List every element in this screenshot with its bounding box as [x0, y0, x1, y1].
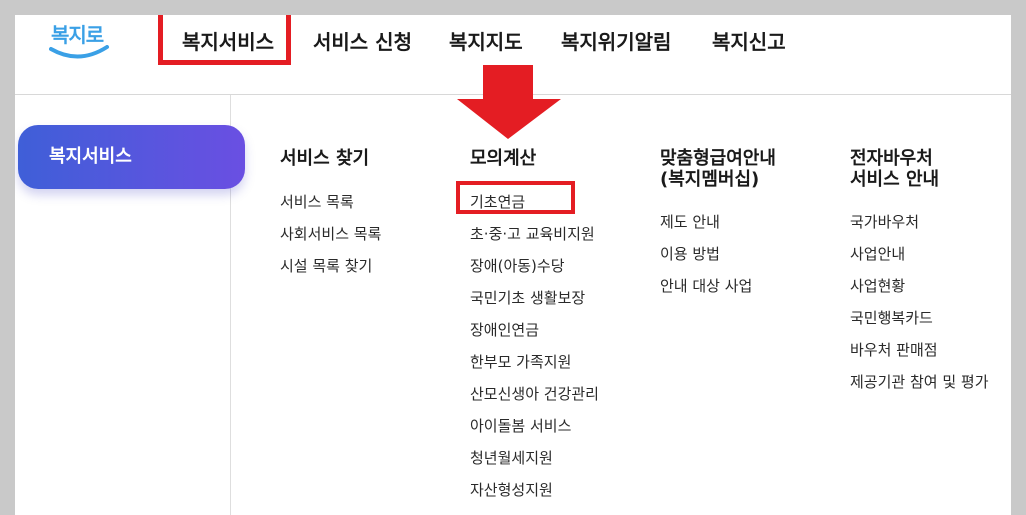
menu-item[interactable]: 시설 목록 찾기	[280, 250, 381, 282]
menu-item[interactable]: 국민행복카드	[850, 302, 989, 334]
menu-item[interactable]: 제공기관 참여 및 평가	[850, 366, 989, 398]
menu-item[interactable]: 아이돌봄 서비스	[470, 410, 599, 442]
menu-item[interactable]: 안내 대상 사업	[660, 270, 752, 302]
menu-item[interactable]: 사업현황	[850, 270, 989, 302]
menu-item[interactable]: 장애인연금	[470, 314, 599, 346]
menu-item[interactable]: 국민기초 생활보장	[470, 282, 599, 314]
menu-item[interactable]: 제도 안내	[660, 206, 752, 238]
annotation-box-basic-pension	[456, 181, 575, 214]
menu-list: 제도 안내 이용 방법 안내 대상 사업	[660, 206, 752, 302]
menu-item[interactable]: 장애(아동)수당	[470, 250, 599, 282]
menu-column-e-voucher: 전자바우처 서비스 안내 국가바우처 사업안내 사업현황 국민행복카드 바우처 …	[850, 148, 989, 391]
menu-column-title: 전자바우처 서비스 안내	[850, 148, 940, 190]
menu-list: 서비스 목록 사회서비스 목록 시설 목록 찾기	[280, 186, 381, 282]
menu-item[interactable]: 서비스 목록	[280, 186, 381, 218]
menu-item[interactable]: 이용 방법	[660, 238, 752, 270]
menu-item[interactable]: 사업안내	[850, 238, 989, 270]
menu-item[interactable]: 산모신생아 건강관리	[470, 378, 599, 410]
logo[interactable]: 복지로	[49, 19, 111, 69]
menu-column-customized-benefit: 맞춤형급여안내 (복지멤버십) 제도 안내 이용 방법 안내 대상 사업	[660, 148, 776, 295]
menu-list: 국가바우처 사업안내 사업현황 국민행복카드 바우처 판매점 제공기관 참여 및…	[850, 206, 989, 398]
menu-item[interactable]: 초·중·고 교육비지원	[470, 218, 599, 250]
gnb-welfare-crisis-alert[interactable]: 복지위기알림	[561, 15, 671, 73]
gnb-service-apply[interactable]: 서비스 신청	[313, 15, 412, 73]
menu-item[interactable]: 청년월세지원	[470, 442, 599, 474]
annotation-box-gnb	[158, 15, 291, 65]
menu-column-title: 모의계산	[470, 148, 537, 169]
gnb-welfare-report[interactable]: 복지신고	[712, 15, 786, 73]
menu-list: 기초연금 초·중·고 교육비지원 장애(아동)수당 국민기초 생활보장 장애인연…	[470, 186, 599, 506]
logo-text: 복지로	[51, 23, 104, 47]
menu-item[interactable]: 사회서비스 목록	[280, 218, 381, 250]
menu-column-title: 서비스 찾기	[280, 148, 370, 169]
logo-smile-icon	[49, 45, 109, 59]
menu-item[interactable]: 바우처 판매점	[850, 334, 989, 366]
menu-item[interactable]: 국가바우처	[850, 206, 989, 238]
side-menu-active-item[interactable]: 복지서비스	[18, 125, 245, 189]
menu-column-service-search: 서비스 찾기 서비스 목록 사회서비스 목록 시설 목록 찾기	[280, 148, 381, 275]
page-frame: 복지로 복지서비스 서비스 신청 복지지도 복지위기알림 복지신고 복지서비스 …	[15, 15, 1011, 515]
menu-item[interactable]: 한부모 가족지원	[470, 346, 599, 378]
down-arrow-icon	[457, 65, 561, 139]
menu-item[interactable]: 자산형성지원	[470, 474, 599, 506]
menu-column-mock-calculation: 모의계산 기초연금 초·중·고 교육비지원 장애(아동)수당 국민기초 생활보장…	[470, 148, 599, 499]
menu-column-title: 맞춤형급여안내 (복지멤버십)	[660, 148, 776, 190]
